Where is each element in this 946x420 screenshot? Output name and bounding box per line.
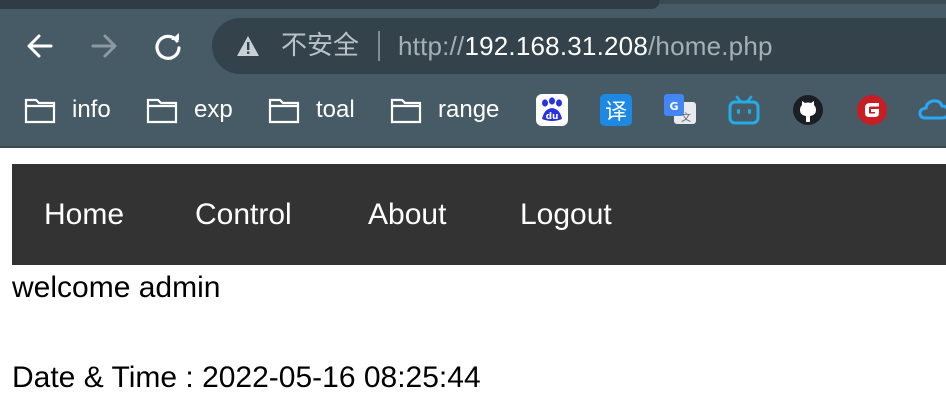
bookmark-folder-range[interactable]: range [390,88,499,132]
url-host: 192.168.31.208 [464,31,648,61]
url-text[interactable]: http://192.168.31.208/home.php [398,30,773,62]
forward-button[interactable] [86,28,122,64]
bookmark-label: info [72,96,111,123]
welcome-message: welcome admin [12,271,221,304]
reload-icon [155,33,181,60]
google-translate-icon[interactable]: G 文 [664,94,696,126]
folder-icon [24,98,56,124]
browser-chrome: 不安全 http://192.168.31.208/home.php info … [0,0,946,146]
arrow-right-icon [91,34,117,58]
bookmark-label: toal [316,96,355,123]
bookmarks-bar: info exp toal range du 译 G 文 [0,88,946,132]
bookmark-folder-info[interactable]: info [24,88,111,132]
back-button[interactable] [22,28,58,64]
warning-icon[interactable] [236,35,260,57]
bilibili-icon[interactable] [728,94,760,126]
tab-strip-background [660,0,946,4]
security-status-label[interactable]: 不安全 [281,30,359,62]
arrow-left-icon [27,34,53,58]
svg-text:译: 译 [605,100,627,125]
nav-link-logout[interactable]: Logout [520,164,612,265]
bookmark-label: exp [194,96,233,123]
tab-strip [0,0,660,9]
bookmark-folder-exp[interactable]: exp [146,88,233,132]
bookmark-folder-toal[interactable]: toal [268,88,355,132]
bookmark-label: range [438,96,500,123]
reload-button[interactable] [150,28,186,64]
omnibox-divider [378,31,380,61]
folder-icon [268,98,300,124]
translate-icon[interactable]: 译 [600,94,632,126]
svg-text:G: G [669,100,678,113]
url-scheme: http:// [398,31,465,61]
nav-link-about[interactable]: About [368,164,446,265]
url-path: /home.php [647,31,773,61]
date-time-text: Date & Time : 2022-05-16 08:25:44 [12,361,481,394]
folder-icon [390,98,422,124]
nav-link-control[interactable]: Control [195,164,292,265]
cloud-icon[interactable] [918,94,946,126]
folder-icon [146,98,178,124]
nav-link-home[interactable]: Home [44,164,124,265]
svg-text:du: du [546,112,559,122]
baidu-icon[interactable]: du [536,94,568,126]
svg-text:文: 文 [681,111,691,124]
github-icon[interactable] [792,94,824,126]
site-navbar: Home Control About Logout [12,164,946,265]
gitee-icon[interactable] [856,94,888,126]
chrome-separator [0,146,946,148]
